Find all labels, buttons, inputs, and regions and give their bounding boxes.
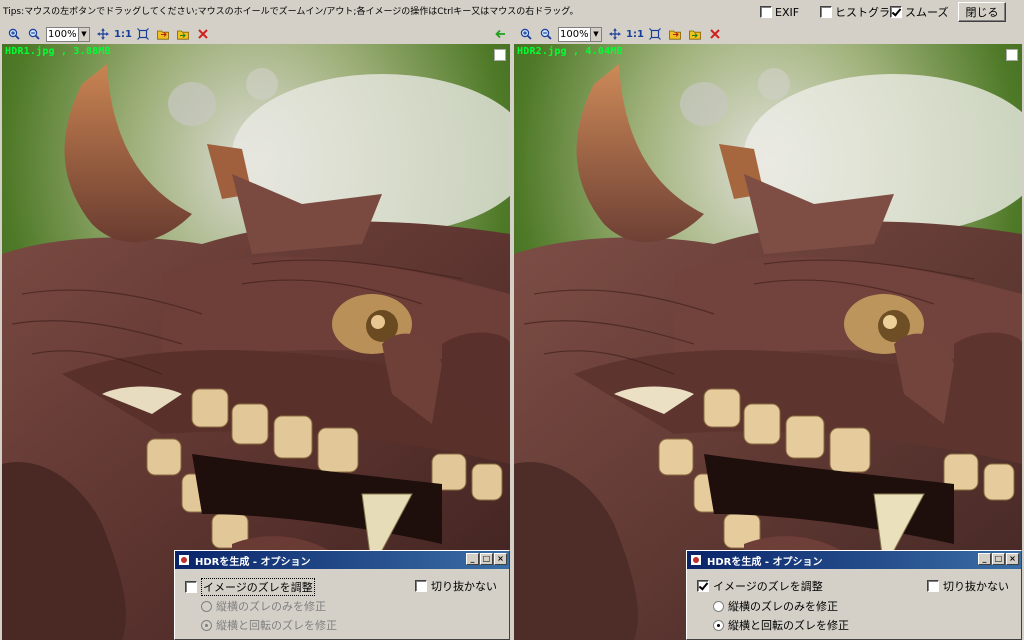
- no-crop-checkbox-box[interactable]: [927, 580, 939, 592]
- exif-label: EXIF: [775, 5, 800, 19]
- app-icon: [178, 554, 190, 566]
- no-crop-checkbox-box[interactable]: [415, 580, 427, 592]
- dialog-titlebar[interactable]: HDRを生成 - オプション _ □ ×: [687, 551, 1021, 569]
- histogram-checkbox[interactable]: ヒストグラム: [820, 5, 901, 19]
- no-crop-checkbox[interactable]: 切り抜かない: [415, 578, 497, 594]
- fit-icon[interactable]: [605, 25, 625, 43]
- close-x-icon[interactable]: [705, 25, 725, 43]
- right-toolbar: 100% ▼ 1:1: [512, 24, 1024, 44]
- fit-icon[interactable]: [93, 25, 113, 43]
- file-info-label: HDR2.jpg , 4.04MB: [517, 46, 623, 57]
- corner-toggle-box[interactable]: [494, 49, 506, 61]
- radio-translation-only-label: 縦横のズレのみを修正: [216, 600, 326, 613]
- dialog-title: HDRを生成 - オプション: [707, 556, 823, 568]
- minimize-icon[interactable]: _: [466, 553, 479, 565]
- actual-size-button[interactable]: 1:1: [113, 25, 133, 43]
- no-crop-label: 切り抜かない: [431, 580, 497, 593]
- hdr-options-dialog-left: HDRを生成 - オプション _ □ × イメージのズレを調整 切り抜かない 縦…: [174, 550, 510, 640]
- smooth-checkbox[interactable]: スムーズ: [890, 5, 948, 19]
- fullscreen-icon[interactable]: [133, 25, 153, 43]
- open-folder-icon[interactable]: [665, 25, 685, 43]
- adjust-shift-checkbox-box[interactable]: [697, 580, 709, 592]
- adjust-shift-label: イメージのズレを調整: [713, 580, 823, 593]
- close-icon[interactable]: ×: [1006, 553, 1019, 565]
- dialog-titlebar[interactable]: HDRを生成 - オプション _ □ ×: [175, 551, 509, 569]
- tips-text: Tips:マウスの左ボタンでドラッグしてください;マウスのホイールでズームイン/…: [3, 7, 579, 17]
- close-button[interactable]: 閉じる: [958, 2, 1006, 22]
- radio-translation-rotation-label: 縦横と回転のズレを修正: [216, 619, 337, 632]
- minimize-icon[interactable]: _: [978, 553, 991, 565]
- chevron-down-icon[interactable]: ▼: [78, 27, 89, 41]
- left-toolbar: 100% ▼ 1:1: [0, 24, 511, 44]
- dialog-title: HDRを生成 - オプション: [195, 556, 311, 568]
- open-folder-icon[interactable]: [153, 25, 173, 43]
- fullscreen-icon[interactable]: [645, 25, 665, 43]
- zoom-select[interactable]: 100% ▼: [46, 26, 90, 42]
- chevron-down-icon[interactable]: ▼: [590, 27, 601, 41]
- close-icon[interactable]: ×: [494, 553, 507, 565]
- adjust-shift-checkbox[interactable]: イメージのズレを調整: [185, 578, 315, 596]
- no-crop-label: 切り抜かない: [943, 580, 1009, 593]
- back-arrow-icon[interactable]: [493, 27, 507, 41]
- radio-translation-rotation[interactable]: 縦横と回転のズレを修正: [201, 617, 337, 633]
- right-image-pane: 100% ▼ 1:1 HDR2.jpg , 4.04MB: [512, 24, 1024, 640]
- close-x-icon[interactable]: [193, 25, 213, 43]
- save-icon[interactable]: [685, 25, 705, 43]
- top-bar: Tips:マウスの左ボタンでドラッグしてください;マウスのホイールでズームイン/…: [0, 0, 1024, 24]
- radio-translation-only-label: 縦横のズレのみを修正: [728, 600, 838, 613]
- histogram-checkbox-box[interactable]: [820, 6, 832, 18]
- radio-translation-only[interactable]: 縦横のズレのみを修正: [201, 598, 326, 614]
- maximize-icon[interactable]: □: [992, 553, 1005, 565]
- adjust-shift-checkbox[interactable]: イメージのズレを調整: [697, 578, 823, 594]
- left-image-pane: 100% ▼ 1:1 HDR1.jpg , 3.88MB: [0, 24, 511, 640]
- adjust-shift-label: イメージのズレを調整: [201, 578, 315, 596]
- app-icon: [690, 554, 702, 566]
- zoom-value: 100%: [560, 28, 589, 40]
- corner-toggle-box[interactable]: [1006, 49, 1018, 61]
- radio-translation-rotation-label: 縦横と回転のズレを修正: [728, 619, 849, 632]
- radio-translation-only-circle[interactable]: [713, 600, 724, 612]
- zoom-in-icon[interactable]: [4, 25, 24, 43]
- exif-checkbox-box[interactable]: [760, 6, 772, 18]
- zoom-select[interactable]: 100% ▼: [558, 26, 602, 42]
- save-icon[interactable]: [173, 25, 193, 43]
- radio-translation-rotation-circle[interactable]: [201, 619, 212, 631]
- file-info-label: HDR1.jpg , 3.88MB: [5, 46, 111, 57]
- smooth-checkbox-box[interactable]: [890, 6, 902, 18]
- adjust-shift-checkbox-box[interactable]: [185, 581, 197, 593]
- no-crop-checkbox[interactable]: 切り抜かない: [927, 578, 1009, 594]
- radio-translation-only-circle[interactable]: [201, 600, 212, 612]
- hdr-options-dialog-right: HDRを生成 - オプション _ □ × イメージのズレを調整 切り抜かない 縦…: [686, 550, 1022, 640]
- exif-checkbox[interactable]: EXIF: [760, 5, 799, 19]
- radio-translation-rotation[interactable]: 縦横と回転のズレを修正: [713, 617, 849, 633]
- zoom-in-icon[interactable]: [516, 25, 536, 43]
- radio-translation-only[interactable]: 縦横のズレのみを修正: [713, 598, 838, 614]
- zoom-out-icon[interactable]: [536, 25, 556, 43]
- maximize-icon[interactable]: □: [480, 553, 493, 565]
- zoom-value: 100%: [48, 28, 77, 40]
- actual-size-button[interactable]: 1:1: [625, 25, 645, 43]
- radio-translation-rotation-circle[interactable]: [713, 619, 724, 631]
- zoom-out-icon[interactable]: [24, 25, 44, 43]
- smooth-label: スムーズ: [905, 6, 949, 19]
